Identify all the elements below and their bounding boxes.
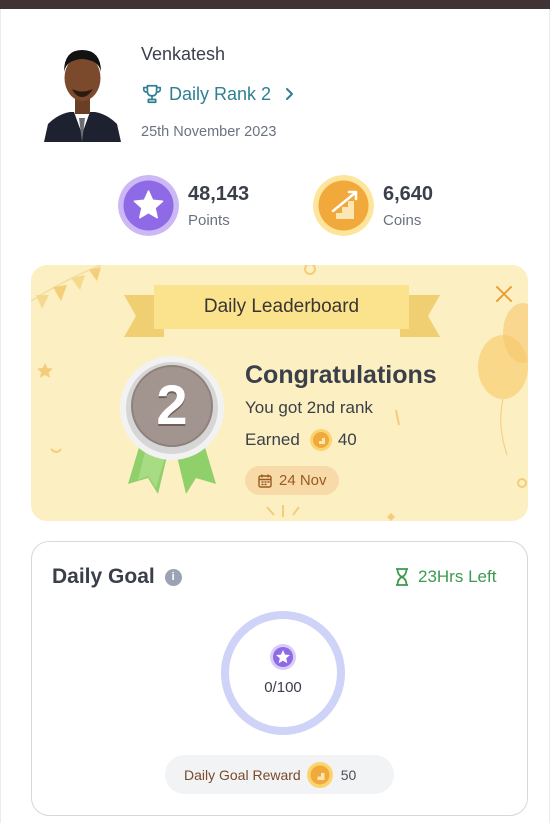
earned-row: Earned 40 bbox=[245, 429, 357, 451]
earned-label: Earned bbox=[245, 430, 300, 449]
goal-progress-ring bbox=[221, 611, 345, 735]
goal-progress-text: 0/100 bbox=[264, 679, 302, 696]
reward-label: Daily Goal Reward bbox=[184, 766, 301, 783]
points-stat: 48,143 Points bbox=[118, 174, 249, 236]
top-bar bbox=[0, 0, 550, 9]
reward-value: 50 bbox=[340, 766, 357, 783]
coins-stat: 6,640 Coins bbox=[313, 174, 433, 236]
leaderboard-date: 24 Nov bbox=[279, 472, 327, 489]
leaderboard-title: Daily Leaderboard bbox=[154, 285, 409, 329]
chevron-right-icon bbox=[286, 88, 294, 100]
coins-label: Coins bbox=[383, 211, 422, 229]
points-label: Points bbox=[188, 211, 230, 229]
stairs-coin-icon bbox=[313, 174, 374, 236]
calendar-icon bbox=[258, 474, 272, 488]
trophy-icon bbox=[142, 84, 162, 104]
time-left-text: 23Hrs Left bbox=[418, 567, 497, 586]
star-icon bbox=[118, 174, 179, 236]
medal-rank-number: 2 bbox=[156, 373, 188, 436]
avatar bbox=[44, 50, 121, 142]
time-left: 23Hrs Left bbox=[394, 567, 496, 587]
daily-goal-title: Daily Goal i bbox=[52, 565, 182, 589]
coins-value: 6,640 bbox=[383, 182, 434, 205]
earned-value: 40 bbox=[337, 430, 357, 449]
daily-goal-title-text: Daily Goal bbox=[52, 565, 155, 588]
hourglass-icon bbox=[396, 568, 408, 586]
points-value: 48,143 bbox=[188, 182, 250, 205]
profile-name: Venkatesh bbox=[141, 44, 226, 64]
leaderboard-date-pill: 24 Nov bbox=[245, 466, 339, 495]
close-icon[interactable] bbox=[494, 284, 514, 304]
coin-icon bbox=[306, 761, 333, 788]
coin-icon bbox=[309, 429, 332, 451]
profile-date: 25th November 2023 bbox=[141, 124, 277, 140]
daily-goal-reward-pill: Daily Goal Reward 50 bbox=[165, 755, 394, 794]
info-icon[interactable]: i bbox=[164, 568, 182, 586]
daily-rank-link[interactable]: Daily Rank 2 bbox=[141, 83, 297, 105]
rank-subtext: You got 2nd rank bbox=[245, 398, 373, 417]
daily-rank-label: Daily Rank 2 bbox=[169, 83, 272, 104]
congratulations-heading: Congratulations bbox=[245, 361, 437, 389]
